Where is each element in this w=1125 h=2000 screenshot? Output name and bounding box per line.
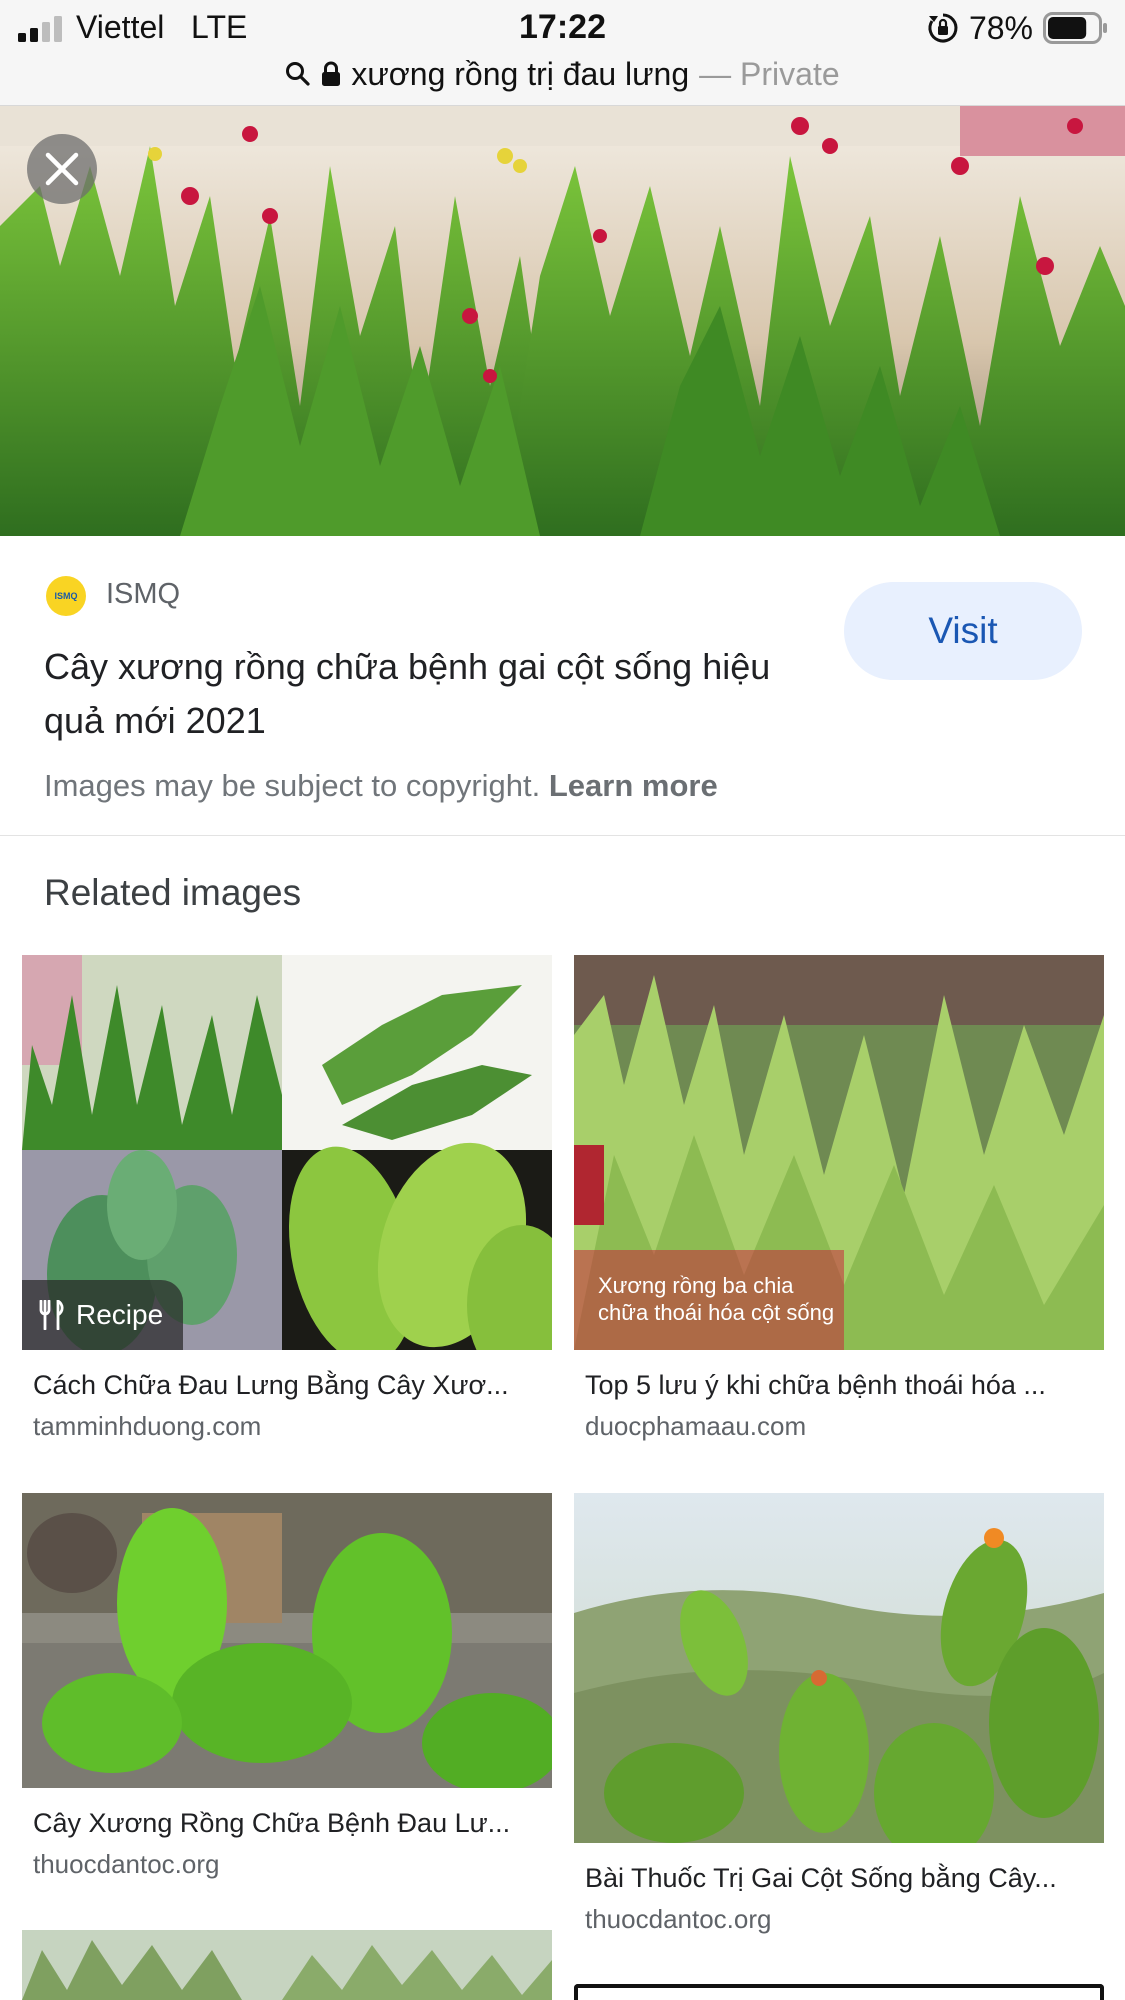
related-image[interactable]	[22, 1493, 552, 1788]
address-bar[interactable]: xương rồng trị đau lưng — Private	[0, 52, 1125, 96]
address-query: xương rồng trị đau lưng	[351, 55, 690, 92]
related-caption[interactable]: Cách Chữa Đau Lưng Bằng Cây Xươ...	[33, 1370, 543, 1401]
copyright-notice: Images may be subject to copyright. Lear…	[44, 768, 718, 803]
related-image[interactable]	[574, 1493, 1104, 1843]
learn-more-link[interactable]: Learn more	[549, 768, 718, 803]
related-image-tile[interactable]	[22, 1930, 552, 2000]
search-icon	[286, 62, 310, 86]
image-overlay-text: Xương rồng ba chia chữa thoái hóa cột số…	[574, 1250, 844, 1350]
related-images-heading: Related images	[44, 872, 302, 913]
close-button[interactable]	[27, 134, 97, 204]
partial-photo	[22, 1930, 552, 2000]
source-card: ISMQ ISMQ Visit Cây xương rồng chữa bệnh…	[0, 536, 1125, 836]
status-right: 78%	[927, 10, 1109, 46]
related-image-tile[interactable]: Recipe Cách Chữa Đau Lưng Bằng Cây Xươ..…	[22, 955, 552, 1445]
address-mode: — Private	[699, 55, 840, 92]
cactus-photo	[0, 106, 1125, 536]
related-image[interactable]: Xương rồng ba chia chữa thoái hóa cột số…	[574, 955, 1104, 1350]
related-domain: tamminhduong.com	[33, 1411, 262, 1441]
related-domain: thuocdantoc.org	[585, 1904, 772, 1934]
prickly-pear-photo	[22, 1493, 552, 1788]
close-icon	[45, 152, 79, 186]
related-image[interactable]: Recipe	[22, 955, 552, 1350]
orientation-lock-icon	[928, 13, 958, 43]
related-image-tile[interactable]: Bài Thuốc Trị Gai Cột Sống bằng Cây... t…	[574, 1493, 1104, 1938]
lock-icon	[322, 61, 341, 86]
fork-knife-icon	[39, 1300, 64, 1330]
image-title[interactable]: Cây xương rồng chữa bệnh gai cột sống hi…	[44, 640, 804, 748]
battery-percentage: 78%	[968, 9, 1033, 46]
related-caption[interactable]: Top 5 lưu ý khi chữa bệnh thoái hóa ...	[585, 1370, 1095, 1401]
related-image[interactable]	[22, 1930, 552, 2000]
related-image-tile[interactable]: Xương rồng ba chia chữa thoái hóa cột số…	[574, 955, 1104, 1445]
related-image-tile[interactable]: Cây Xương Rồng Chữa Bệnh Đau Lư... thuoc…	[22, 1493, 552, 1883]
browser-top-bar: Viettel LTE 17:22 78% xương rồng trị đau…	[0, 0, 1125, 106]
related-caption[interactable]: Cây Xương Rồng Chữa Bệnh Đau Lư...	[33, 1808, 543, 1839]
hillside-cactus-photo	[574, 1493, 1104, 1843]
related-caption[interactable]: Bài Thuốc Trị Gai Cột Sống bằng Cây...	[585, 1863, 1095, 1894]
related-domain: thuocdantoc.org	[33, 1849, 220, 1879]
source-name[interactable]: ISMQ	[106, 578, 180, 611]
hero-image[interactable]	[0, 106, 1125, 536]
related-domain: duocphamaau.com	[585, 1411, 807, 1441]
source-logo: ISMQ	[46, 576, 86, 616]
recipe-badge: Recipe	[22, 1280, 184, 1350]
visit-button[interactable]: Visit	[844, 582, 1082, 680]
battery-icon	[1043, 12, 1107, 44]
related-image[interactable]	[574, 1984, 1104, 2000]
related-image-tile[interactable]	[574, 1984, 1104, 2000]
status-bar: Viettel LTE 17:22 78%	[0, 0, 1125, 56]
